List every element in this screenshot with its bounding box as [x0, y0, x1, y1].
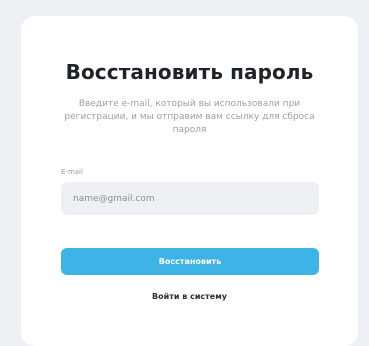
- login-link[interactable]: Войти в систему: [21, 292, 358, 301]
- page-title: Восстановить пароль: [65, 60, 314, 84]
- email-field[interactable]: [61, 182, 319, 215]
- email-label: E-mail: [61, 168, 83, 176]
- instruction-text: Введите e-mail, который вы использовали …: [64, 99, 315, 135]
- restore-button[interactable]: Восстановить: [61, 248, 319, 275]
- password-recovery-card: Восстановить пароль Введите e-mail, кото…: [21, 16, 358, 346]
